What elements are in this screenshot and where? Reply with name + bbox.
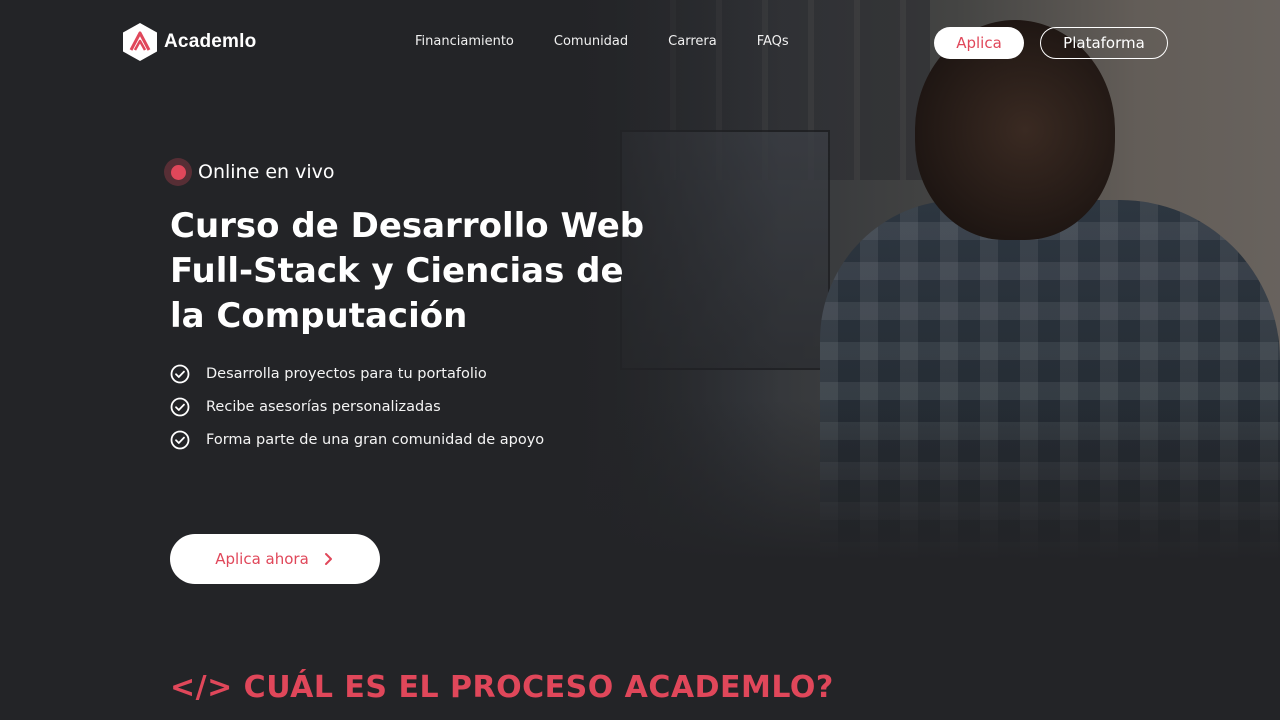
bullet-text: Recibe asesorías personalizadas [206,398,441,415]
check-circle-icon [170,430,190,449]
live-badge-label: Online en vivo [198,161,335,183]
bullet-text: Forma parte de una gran comunidad de apo… [206,431,545,448]
apply-now-label: Aplica ahora [215,550,309,568]
logo-text: Academlo [164,31,257,52]
list-item: Desarrolla proyectos para tu portafolio [170,357,544,390]
photo-fade-bottom [560,400,1280,560]
list-item: Recibe asesorías personalizadas [170,390,544,423]
hero-bullet-list: Desarrolla proyectos para tu portafolio … [170,357,544,456]
academlo-logo-icon [123,23,157,61]
live-dot-icon [164,158,192,186]
nav-item-financiamiento[interactable]: Financiamiento [415,34,514,49]
live-badge: Online en vivo [164,158,335,186]
list-item: Forma parte de una gran comunidad de apo… [170,423,544,456]
nav-item-faqs[interactable]: FAQs [757,34,789,49]
logo[interactable]: Academlo [122,22,256,62]
check-circle-icon [170,397,190,416]
nav-item-comunidad[interactable]: Comunidad [554,34,628,49]
process-section-heading: </> CUÁL ES EL PROCESO ACADEMLO? [170,670,834,705]
apply-now-button[interactable]: Aplica ahora [170,534,380,584]
chevron-right-icon [324,553,332,565]
site-header: Academlo Financiamiento Comunidad Carrer… [0,0,1280,86]
hero-title: Curso de Desarrollo Web Full-Stack y Cie… [170,206,645,336]
main-nav: Financiamiento Comunidad Carrera FAQs [415,34,789,49]
nav-item-carrera[interactable]: Carrera [668,34,717,49]
platform-button[interactable]: Plataforma [1040,27,1168,59]
bullet-text: Desarrolla proyectos para tu portafolio [206,365,487,382]
apply-button[interactable]: Aplica [934,27,1024,59]
check-circle-icon [170,364,190,383]
